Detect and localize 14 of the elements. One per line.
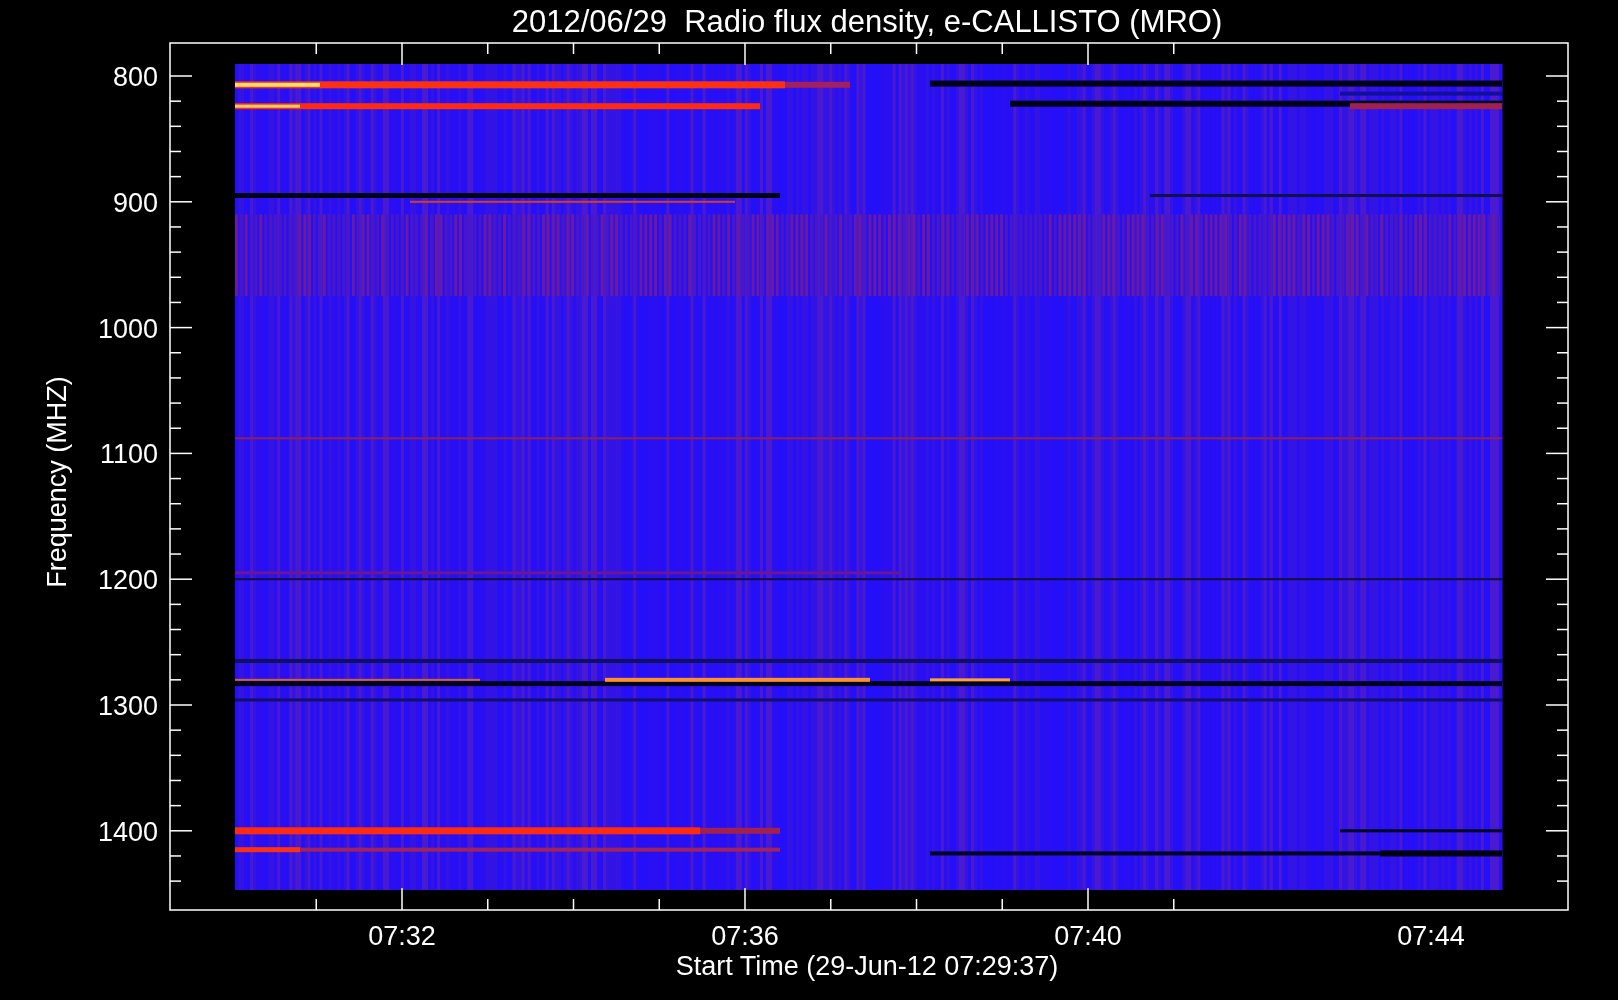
tick-label: 900 xyxy=(112,187,158,218)
tick-label: 1400 xyxy=(97,816,158,847)
tick-label: 07:40 xyxy=(1054,921,1122,951)
axis-label: Start Time (29-Jun-12 07:29:37) xyxy=(675,951,1059,981)
tick-label: 07:36 xyxy=(711,921,779,951)
tick-label: 1300 xyxy=(97,691,158,721)
tick-label: 1000 xyxy=(97,313,158,344)
tick-label: 1100 xyxy=(99,439,158,470)
tick-label: 800 xyxy=(112,62,158,92)
axis-label: Frequency (MHZ) xyxy=(42,376,72,588)
tick-label: 1200 xyxy=(97,565,158,596)
tick-label: 07:32 xyxy=(368,921,436,951)
tick-label: 07:44 xyxy=(1397,921,1465,951)
chart-title: 2012/06/29 Radio flux density, e-CALLISTO (MRO) xyxy=(511,4,1223,39)
